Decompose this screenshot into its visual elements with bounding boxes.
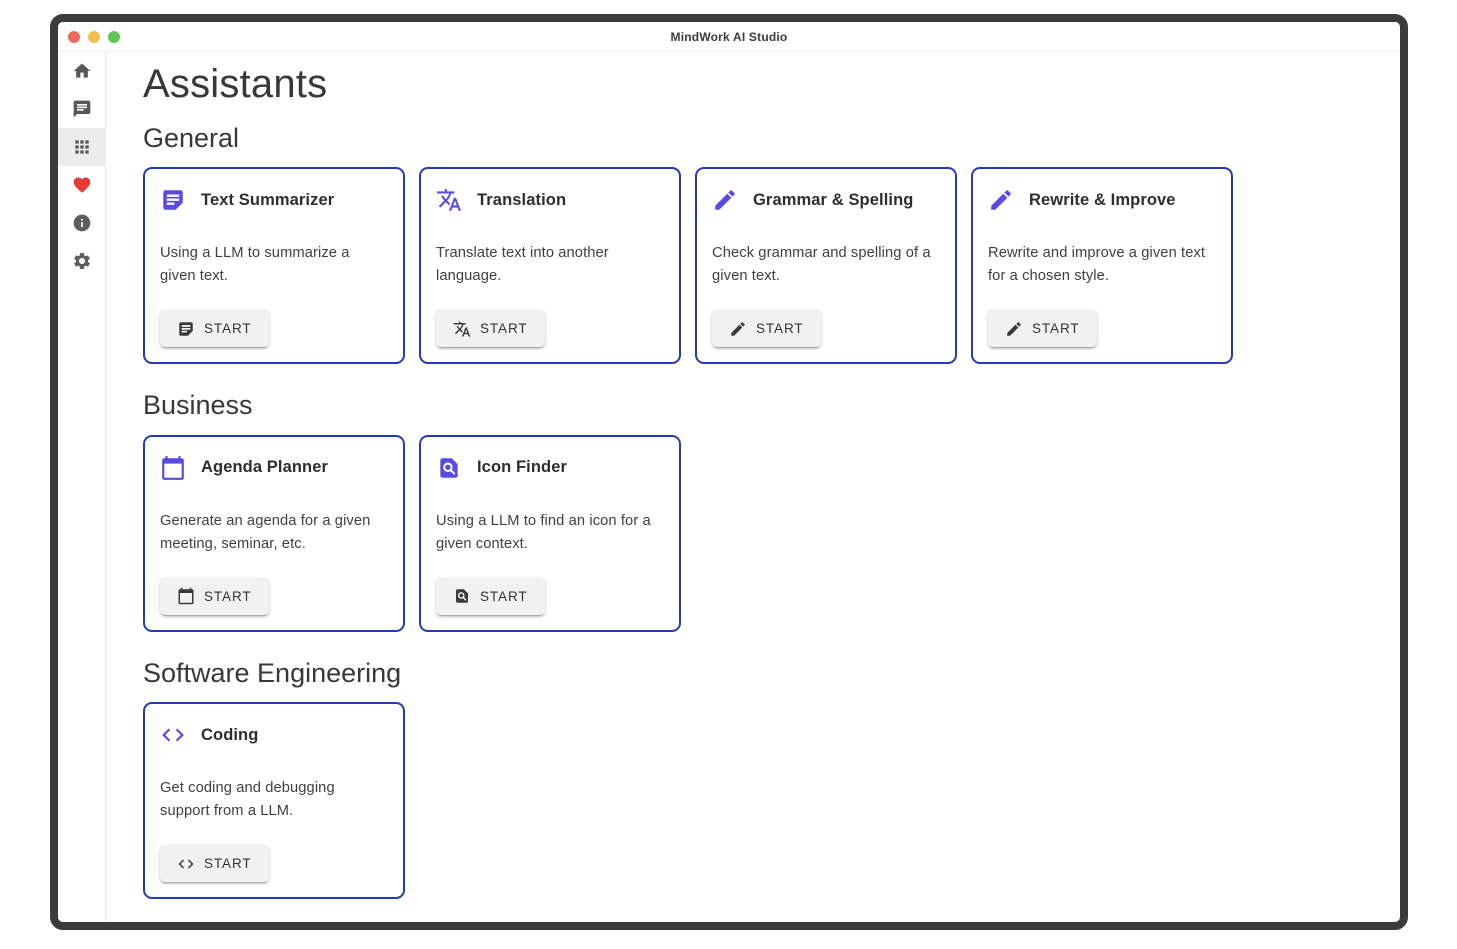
start-button[interactable]: START: [160, 578, 269, 615]
assistant-title: Translation: [477, 191, 566, 210]
icon-search-icon: [436, 455, 462, 481]
assistant-description: Rewrite and improve a given text for a c…: [988, 242, 1213, 288]
page-title: Assistants: [143, 61, 1400, 107]
assistant-description: Get coding and debugging support from a …: [160, 777, 385, 823]
icon-search-icon: [453, 587, 471, 605]
card-row-general: Text Summarizer Using a LLM to summarize…: [143, 167, 1400, 364]
section-label-general: General: [143, 122, 1400, 154]
main-content: Assistants General Text Summarizer Using…: [106, 52, 1400, 922]
card-header: Coding: [160, 722, 388, 748]
assistant-title: Text Summarizer: [201, 191, 334, 210]
card-row-business: Agenda Planner Generate an agenda for a …: [143, 435, 1400, 632]
sidebar: [58, 52, 106, 922]
start-button-label: START: [756, 321, 804, 336]
assistant-description: Translate text into another language.: [436, 242, 661, 288]
edit-pencil-icon: [712, 187, 738, 213]
edit-pencil-icon: [1005, 320, 1023, 338]
start-button[interactable]: START: [436, 310, 545, 347]
start-button[interactable]: START: [160, 310, 269, 347]
card-header: Agenda Planner: [160, 455, 388, 481]
app-body: Assistants General Text Summarizer Using…: [58, 52, 1400, 922]
card-header: Translation: [436, 187, 664, 213]
assistant-title: Grammar & Spelling: [753, 191, 913, 210]
start-button[interactable]: START: [436, 578, 545, 615]
sidebar-item-home[interactable]: [58, 52, 106, 90]
sidebar-item-chats[interactable]: [58, 90, 106, 128]
start-button[interactable]: START: [160, 845, 269, 882]
assistant-card-grammar-spelling: Grammar & Spelling Check grammar and spe…: [695, 167, 957, 364]
section-label-business: Business: [143, 389, 1400, 421]
minimize-window-button[interactable]: [88, 31, 100, 43]
assistant-card-rewrite-improve: Rewrite & Improve Rewrite and improve a …: [971, 167, 1233, 364]
card-header: Grammar & Spelling: [712, 187, 940, 213]
start-button[interactable]: START: [712, 310, 821, 347]
app-window: MindWork AI Studio: [50, 14, 1408, 930]
start-button-label: START: [1032, 321, 1080, 336]
assistant-description: Generate an agenda for a given meeting, …: [160, 510, 385, 556]
edit-pencil-icon: [988, 187, 1014, 213]
translate-icon: [436, 187, 462, 213]
start-button-label: START: [204, 321, 252, 336]
assistant-description: Using a LLM to summarize a given text.: [160, 242, 385, 288]
code-icon: [160, 722, 186, 748]
window-title: MindWork AI Studio: [671, 30, 788, 44]
section-label-software-engineering: Software Engineering: [143, 657, 1400, 689]
screenshot-stage: MindWork AI Studio: [0, 0, 1457, 949]
assistant-card-text-summarizer: Text Summarizer Using a LLM to summarize…: [143, 167, 405, 364]
edit-pencil-icon: [729, 320, 747, 338]
start-button-label: START: [480, 321, 528, 336]
start-button-label: START: [204, 589, 252, 604]
heart-icon: [72, 175, 92, 195]
assistant-title: Coding: [201, 726, 258, 745]
summarize-icon: [160, 187, 186, 213]
assistant-card-translation: Translation Translate text into another …: [419, 167, 681, 364]
assistant-card-agenda-planner: Agenda Planner Generate an agenda for a …: [143, 435, 405, 632]
start-button-label: START: [480, 589, 528, 604]
card-header: Text Summarizer: [160, 187, 388, 213]
zoom-window-button[interactable]: [108, 31, 120, 43]
assistant-card-coding: Coding Get coding and debugging support …: [143, 702, 405, 899]
traffic-lights: [68, 22, 120, 51]
card-header: Icon Finder: [436, 455, 664, 481]
assistant-title: Rewrite & Improve: [1029, 191, 1176, 210]
translate-icon: [453, 320, 471, 338]
assistant-description: Using a LLM to find an icon for a given …: [436, 510, 661, 556]
close-window-button[interactable]: [68, 31, 80, 43]
sidebar-item-assistants[interactable]: [58, 128, 106, 166]
assistant-title: Agenda Planner: [201, 458, 328, 477]
card-row-software-engineering: Coding Get coding and debugging support …: [143, 702, 1400, 899]
assistant-title: Icon Finder: [477, 458, 567, 477]
start-button[interactable]: START: [988, 310, 1097, 347]
assistant-description: Check grammar and spelling of a given te…: [712, 242, 937, 288]
sidebar-item-settings[interactable]: [58, 242, 106, 280]
calendar-icon: [160, 455, 186, 481]
card-header: Rewrite & Improve: [988, 187, 1216, 213]
start-button-label: START: [204, 856, 252, 871]
summarize-icon: [177, 320, 195, 338]
gear-icon: [72, 251, 92, 271]
chat-icon: [72, 99, 92, 119]
assistant-card-icon-finder: Icon Finder Using a LLM to find an icon …: [419, 435, 681, 632]
calendar-icon: [177, 587, 195, 605]
code-icon: [177, 855, 195, 873]
sidebar-item-favorites[interactable]: [58, 166, 106, 204]
info-icon: [72, 213, 92, 233]
apps-grid-icon: [72, 137, 92, 157]
home-icon: [72, 61, 92, 81]
titlebar: MindWork AI Studio: [58, 22, 1400, 52]
sidebar-item-about[interactable]: [58, 204, 106, 242]
